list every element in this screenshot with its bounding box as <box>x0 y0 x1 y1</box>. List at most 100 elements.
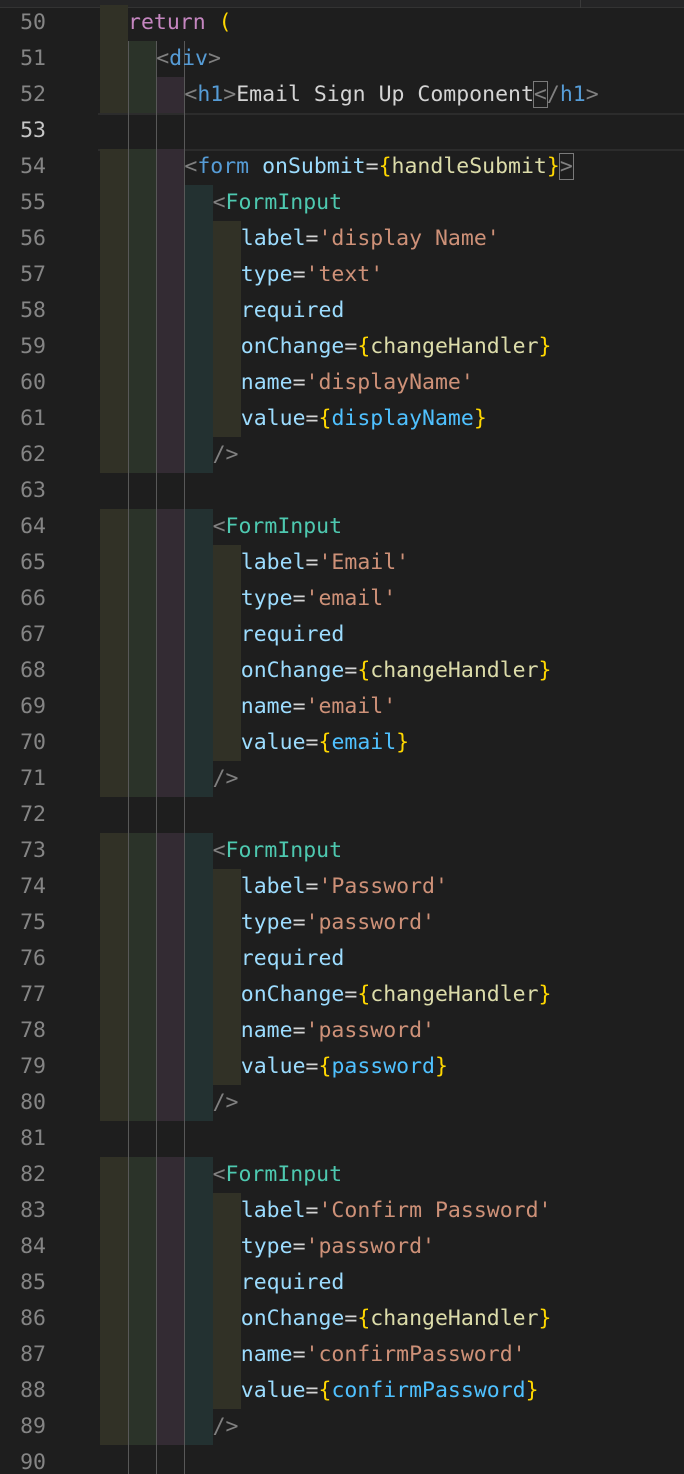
indent-band <box>128 617 157 653</box>
code-token: onChange <box>240 982 345 1007</box>
line-number: 75 <box>20 910 46 935</box>
code-token: name <box>240 1018 293 1043</box>
code-line[interactable]: required <box>241 941 345 977</box>
indent-band <box>184 1013 213 1049</box>
line-number: 78 <box>20 1018 46 1043</box>
indent-band <box>100 689 128 725</box>
code-token: } <box>473 406 487 431</box>
code-line[interactable]: <FormInput <box>213 185 342 221</box>
indent-band <box>100 581 128 617</box>
indent-band <box>184 509 213 545</box>
code-line[interactable]: /> <box>213 1409 239 1445</box>
code-line[interactable]: <div> <box>156 41 221 77</box>
code-line[interactable]: label='display Name' <box>241 221 500 257</box>
code-line[interactable]: type='password' <box>241 905 435 941</box>
code-line[interactable]: value={confirmPassword} <box>241 1373 539 1409</box>
code-line[interactable]: value={displayName} <box>241 401 487 437</box>
code-token: = <box>344 658 358 683</box>
code-line[interactable]: <FormInput <box>213 509 342 545</box>
code-line[interactable]: value={password} <box>241 1049 448 1085</box>
indent-band <box>156 1085 185 1121</box>
code-token: /> <box>212 1090 239 1115</box>
indent-band <box>156 581 185 617</box>
line-number: 57 <box>20 262 46 287</box>
indent-band <box>156 437 185 473</box>
code-token: < <box>532 81 548 108</box>
code-line[interactable]: onChange={changeHandler} <box>241 329 552 365</box>
indent-band <box>212 401 241 437</box>
code-line[interactable]: required <box>241 293 345 329</box>
code-token: / <box>546 82 560 107</box>
line-number: 64 <box>20 514 46 539</box>
code-line[interactable]: /> <box>213 437 239 473</box>
indent-band <box>156 1337 185 1373</box>
code-line[interactable]: name='displayName' <box>241 365 474 401</box>
indent-band <box>128 365 157 401</box>
code-line[interactable]: return ( <box>128 5 232 41</box>
code-line[interactable]: <FormInput <box>213 833 342 869</box>
indent-band <box>156 653 185 689</box>
code-token: = <box>305 1198 319 1223</box>
indent-band <box>128 1193 157 1229</box>
code-line[interactable]: type='text' <box>241 257 383 293</box>
code-line[interactable]: label='Password' <box>241 869 448 905</box>
code-line[interactable]: <h1>Email Sign Up Component</h1> <box>184 77 599 113</box>
code-line[interactable]: type='password' <box>241 1229 435 1265</box>
code-line[interactable]: <form onSubmit={handleSubmit}> <box>184 149 574 185</box>
code-token: > <box>223 82 237 107</box>
code-line[interactable]: <FormInput <box>213 1157 342 1193</box>
code-line[interactable]: onChange={changeHandler} <box>241 653 552 689</box>
code-line[interactable]: name='password' <box>241 1013 435 1049</box>
code-token: = <box>344 1306 358 1331</box>
code-line[interactable]: type='email' <box>241 581 396 617</box>
indent-band <box>156 1373 185 1409</box>
indent-band <box>212 905 241 941</box>
code-token: } <box>525 1378 539 1403</box>
code-token: = <box>292 694 306 719</box>
indent-band <box>156 725 185 761</box>
code-token: } <box>396 730 410 755</box>
code-line[interactable]: value={email} <box>241 725 409 761</box>
code-line[interactable]: label='Email' <box>241 545 409 581</box>
code-token: { <box>357 658 371 683</box>
code-editor[interactable]: 50 51 52 53 54 55 56 57 58 59 60 61 62 63 64 65 66 67 68 69… <box>0 0 684 1474</box>
code-token: = <box>292 586 306 611</box>
indent-band <box>100 437 128 473</box>
code-token: displayName <box>331 406 474 431</box>
indent-band <box>184 1337 213 1373</box>
indent-band <box>100 1049 128 1085</box>
code-line[interactable]: name='confirmPassword' <box>241 1337 526 1373</box>
code-token: onChange <box>240 334 345 359</box>
line-number: 62 <box>20 442 46 467</box>
indent-band <box>156 1013 185 1049</box>
line-number: 79 <box>20 1054 46 1079</box>
indent-band <box>184 365 213 401</box>
code-line[interactable]: label='Confirm Password' <box>241 1193 552 1229</box>
code-line[interactable]: required <box>241 1265 345 1301</box>
code-token: type <box>240 1234 293 1259</box>
line-number: 82 <box>20 1162 46 1187</box>
indent-band <box>184 941 213 977</box>
code-line[interactable]: onChange={changeHandler} <box>241 977 552 1013</box>
indent-band <box>184 869 213 905</box>
indent-band <box>100 1301 128 1337</box>
indent-band <box>128 293 157 329</box>
line-number-gutter[interactable]: 50 51 52 53 54 55 56 57 58 59 60 61 62 63 64 65 66 67 68 69… <box>0 0 90 1474</box>
code-line[interactable]: /> <box>213 1085 239 1121</box>
code-line[interactable]: name='email' <box>241 689 396 725</box>
line-number: 89 <box>20 1414 46 1439</box>
code-line[interactable]: onChange={changeHandler} <box>241 1301 552 1337</box>
code-token: 'password' <box>305 910 435 935</box>
code-token: /> <box>212 1414 239 1439</box>
indent-band <box>156 941 185 977</box>
indent-band <box>212 1229 241 1265</box>
code-line[interactable]: /> <box>213 761 239 797</box>
code-line[interactable]: required <box>241 617 345 653</box>
code-token: changeHandler <box>370 1306 539 1331</box>
code-token: { <box>318 730 332 755</box>
code-token: return <box>128 10 206 35</box>
code-token: required <box>240 622 345 647</box>
code-token: password <box>331 1054 435 1079</box>
